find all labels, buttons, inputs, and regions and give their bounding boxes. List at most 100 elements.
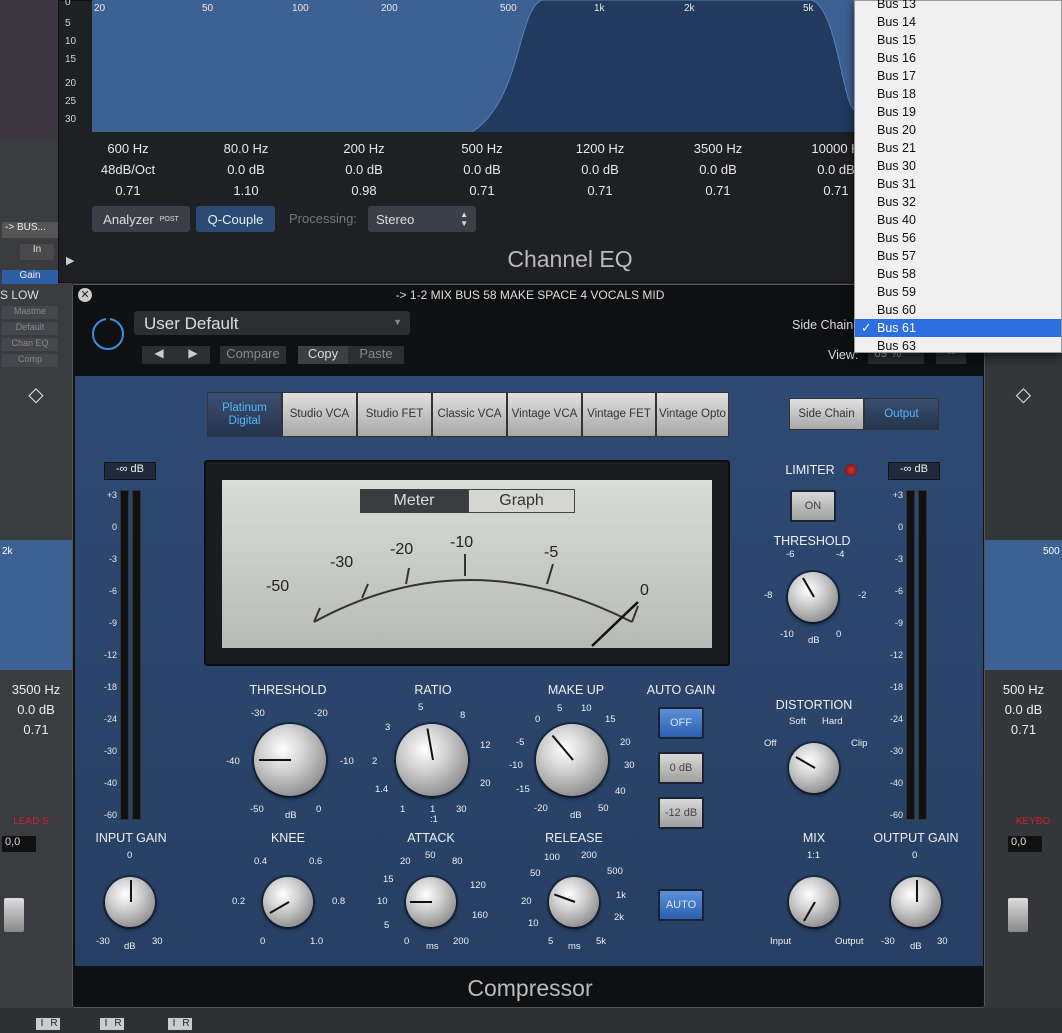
left-plugin-slot-3[interactable]: Chan EQ [2,338,58,351]
left-plugin-slot-2[interactable]: Default [2,322,58,335]
eq-band-q[interactable]: 0.71 [668,183,768,198]
left-record[interactable]: R [48,1018,60,1030]
bus-menu-item[interactable]: Bus 57 [855,247,1061,265]
model-button[interactable]: Classic VCA [432,392,507,437]
eq-band-freq[interactable]: 1200 Hz [550,141,650,156]
eq-band-q[interactable]: 0.71 [550,183,650,198]
compare-button[interactable]: Compare [220,346,286,364]
bus-menu-item[interactable]: Bus 17 [855,67,1061,85]
next-preset-icon[interactable]: ▶ [176,346,210,364]
model-button[interactable]: Vintage FET [582,392,656,437]
eq-band-gain[interactable]: 0.0 dB [668,162,768,177]
paste-button[interactable]: Paste [348,346,404,364]
auto-release-button[interactable]: AUTO [658,889,704,921]
bus-menu-item[interactable]: Bus 13 [855,0,1061,13]
model-button[interactable]: Studio VCA [282,392,357,437]
limiter-threshold-knob[interactable] [788,572,838,622]
limiter-threshold-tick: dB [808,635,820,646]
left-input-monitor[interactable]: I [36,1018,48,1030]
release-knob[interactable] [549,877,599,927]
bus-menu-item[interactable]: Bus 59 [855,283,1061,301]
eq-graph[interactable] [92,0,854,132]
eq-band-q[interactable]: 1.10 [196,183,296,198]
close-icon[interactable]: ✕ [78,288,92,302]
eq-band-gain[interactable]: 0.0 dB [550,162,650,177]
eq-band-q[interactable]: 0.71 [432,183,532,198]
bus-menu-item[interactable]: Bus 58 [855,265,1061,283]
left-input-button[interactable]: In [20,244,54,260]
eq-expand-triangle-icon[interactable]: ▶ [66,254,74,267]
bus-menu-item[interactable]: Bus 14 [855,13,1061,31]
model-button[interactable]: Vintage Opto [656,392,729,437]
right-link-icon[interactable]: ◇ [985,378,1062,410]
bus-menu-item[interactable]: Bus 18 [855,85,1061,103]
eq-band-freq[interactable]: 80.0 Hz [196,141,296,156]
eq-band-q[interactable]: 0.71 [78,183,178,198]
model-button[interactable]: Vintage VCA [507,392,582,437]
bus-menu-item[interactable]: Bus 32 [855,193,1061,211]
eq-band-gain[interactable]: 0.0 dB [196,162,296,177]
output-tab[interactable]: Output [864,398,939,430]
auto-gain-0db-button[interactable]: 0 dB [658,752,704,784]
attack-knob[interactable] [406,877,456,927]
bus-menu-item[interactable]: Bus 20 [855,121,1061,139]
ratio-knob[interactable] [396,724,468,796]
preset-select[interactable]: User Default ▼ [134,311,410,335]
processing-select[interactable]: Stereo ▲ ▼ [368,206,476,232]
q-couple-button[interactable]: Q-Couple [196,206,275,232]
analyzer-button[interactable]: Analyzer POST [92,206,190,232]
strip3-record[interactable]: R [180,1018,192,1030]
eq-band-freq[interactable]: 200 Hz [314,141,414,156]
eq-band-freq[interactable]: 3500 Hz [668,141,768,156]
bus-menu-item[interactable]: ✓ Bus 61 [855,319,1061,337]
output-gain-knob[interactable] [891,877,941,927]
eq-band-freq[interactable]: 600 Hz [78,141,178,156]
knee-tick: 0.6 [309,856,323,867]
prev-preset-icon[interactable]: ◀ [142,346,176,364]
left-gain-slot[interactable]: Gain [2,270,58,284]
mix-knob[interactable] [789,877,839,927]
left-bus-send[interactable]: -> BUS... [2,222,58,238]
limiter-on-button[interactable]: ON [790,490,836,522]
bus-menu-item[interactable]: Bus 19 [855,103,1061,121]
strip3-input-monitor[interactable]: I [168,1018,180,1030]
bus-menu-item[interactable]: Bus 40 [855,211,1061,229]
bus-menu-item[interactable]: Bus 30 [855,157,1061,175]
knee-knob[interactable] [263,877,313,927]
eq-db-15: 15 [65,54,77,65]
power-icon[interactable] [92,316,124,350]
model-button[interactable]: Studio FET [357,392,432,437]
bus-menu-item[interactable]: Bus 56 [855,229,1061,247]
bus-menu-item[interactable]: Bus 15 [855,31,1061,49]
eq-band-gain[interactable]: 0.0 dB [432,162,532,177]
strip2-input-monitor[interactable]: I [100,1018,112,1030]
eq-band-q[interactable]: 0.98 [314,183,414,198]
bus-menu-item[interactable]: Bus 21 [855,139,1061,157]
model-button[interactable]: Platinum Digital [207,392,282,437]
right-fader-cap[interactable] [1008,898,1028,932]
input-gain-knob[interactable] [105,877,155,927]
auto-gain-minus12db-button[interactable]: -12 dB [658,797,704,829]
bus-menu-item[interactable]: Bus 16 [855,49,1061,67]
left-link-icon[interactable]: ◇ [0,378,72,410]
eq-band-freq[interactable]: 500 Hz [432,141,532,156]
bus-menu-item[interactable]: Bus 63 [855,337,1061,355]
strip2-record[interactable]: R [112,1018,124,1030]
left-plugin-slot-4[interactable]: Comp [2,354,58,367]
left-fader-cap[interactable] [4,898,24,932]
makeup-tick: -20 [534,803,548,814]
meter-tab[interactable]: Meter [360,489,468,513]
bus-menu-item[interactable]: Bus 31 [855,175,1061,193]
threshold-knob[interactable] [254,724,326,796]
copy-button[interactable]: Copy [298,346,348,364]
bus-menu-item[interactable]: Bus 60 [855,301,1061,319]
side-chain-tab[interactable]: Side Chain [789,398,864,430]
preset-name: User Default [144,314,239,333]
makeup-knob[interactable] [536,724,608,796]
eq-band-gain[interactable]: 48dB/Oct [78,162,178,177]
graph-tab[interactable]: Graph [468,489,575,513]
left-plugin-slot-1[interactable]: Mastme [2,306,58,319]
distortion-knob[interactable] [789,743,839,793]
auto-gain-off-button[interactable]: OFF [658,707,704,739]
eq-band-gain[interactable]: 0.0 dB [314,162,414,177]
